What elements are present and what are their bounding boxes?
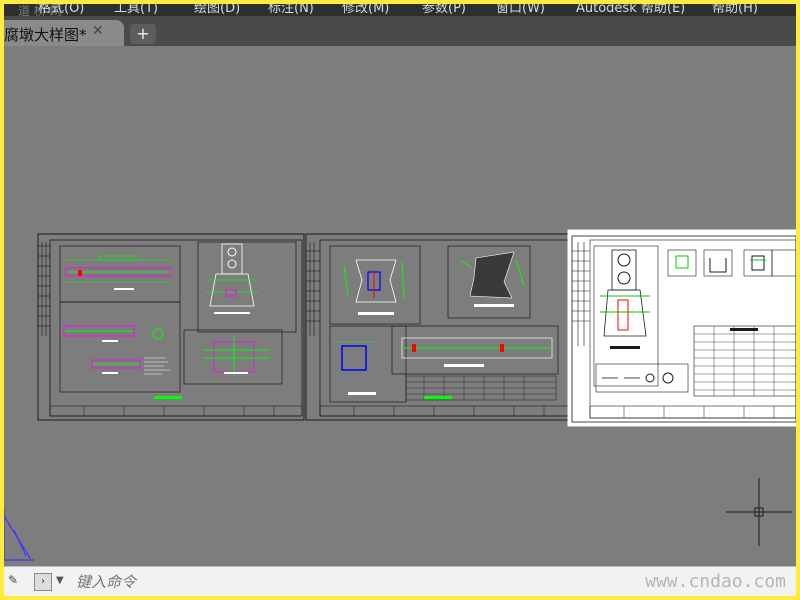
drawing-sheet-3-selected[interactable] (567, 229, 796, 427)
menu-dimension[interactable]: 标注(N) (268, 4, 314, 16)
command-input[interactable] (74, 569, 578, 595)
menu-parameters[interactable]: 参数(P) (422, 4, 466, 16)
menu-bar: 道 桥 网 格式(O) 工具(T) 绘图(D) 标注(N) 修改(M) 参数(P… (4, 4, 796, 16)
menu-help[interactable]: 帮助(H) (712, 4, 758, 16)
drawing-svg (4, 229, 796, 561)
command-line: ✎ › ▼ www.cndao.com (4, 566, 796, 596)
menu-autodesk-help[interactable]: Autodesk 帮助(E) (576, 4, 685, 16)
crosshair-cursor (726, 478, 792, 546)
menu-draw[interactable]: 绘图(D) (194, 4, 240, 16)
close-icon[interactable]: ✕ (92, 23, 104, 39)
menu-window[interactable]: 窗口(W) (496, 4, 545, 16)
model-space-canvas[interactable] (4, 46, 796, 566)
document-tab-title: 腐墩大样图* (4, 26, 87, 44)
menu-modify[interactable]: 修改(M) (342, 4, 389, 16)
wrench-icon[interactable]: ✎ (8, 573, 18, 587)
site-watermark: www.cndao.com (645, 571, 786, 592)
command-prompt-icon[interactable]: › (34, 573, 52, 591)
chevron-down-icon[interactable]: ▼ (56, 575, 64, 586)
document-tab[interactable]: 腐墩大样图* ✕ (4, 20, 124, 46)
plus-icon: + (136, 24, 150, 43)
new-tab-button[interactable]: + (130, 24, 156, 44)
ucs-icon (4, 508, 34, 561)
document-tab-bar: 腐墩大样图* ✕ + (4, 16, 796, 46)
drawing-sheet-2[interactable] (305, 233, 571, 421)
cad-window: 道 桥 网 格式(O) 工具(T) 绘图(D) 标注(N) 修改(M) 参数(P… (4, 4, 796, 596)
drawing-sheet-1[interactable] (37, 233, 305, 421)
menu-tools[interactable]: 工具(T) (114, 4, 158, 16)
menu-format[interactable]: 格式(O) (38, 4, 84, 16)
